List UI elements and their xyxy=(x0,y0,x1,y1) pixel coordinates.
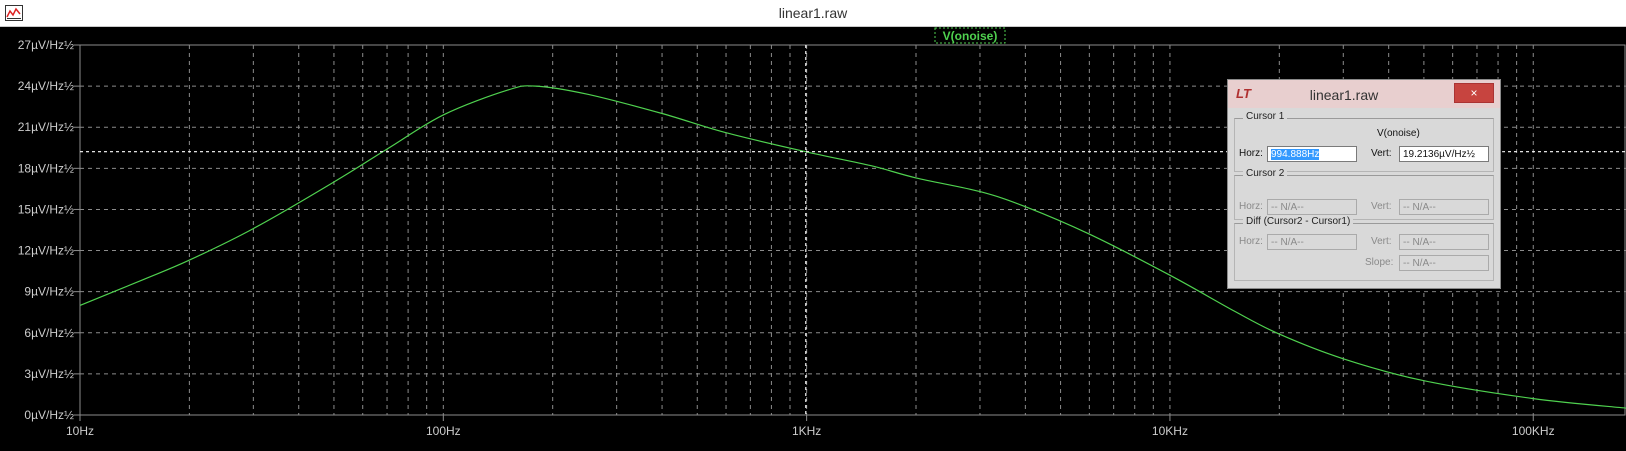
horz-label: Horz: xyxy=(1239,148,1263,159)
horz-value: 994.888Hz xyxy=(1271,149,1320,160)
x-tick-label: 1KHz xyxy=(792,424,821,438)
cursor2-vert-label: Vert: xyxy=(1371,201,1392,212)
diff-vert-label: Vert: xyxy=(1371,236,1392,247)
y-tick-label: 6µV/Hz½ xyxy=(24,326,74,340)
y-tick-label: 12µV/Hz½ xyxy=(18,244,74,258)
trace-label[interactable]: V(onoise) xyxy=(943,29,998,43)
diff-horz-label: Horz: xyxy=(1239,236,1263,247)
y-tick-label: 15µV/Hz½ xyxy=(18,202,74,216)
cursor2-group: Cursor 2 Horz: -- N/A-- Vert: -- N/A-- xyxy=(1234,168,1494,220)
close-button[interactable]: × xyxy=(1454,83,1494,103)
diff-horz-input[interactable]: -- N/A-- xyxy=(1267,234,1357,250)
x-tick-label: 10Hz xyxy=(66,424,94,438)
horz-input[interactable]: 994.888Hz xyxy=(1267,146,1357,162)
y-tick-label: 24µV/Hz½ xyxy=(18,79,74,93)
diff-slope-label: Slope: xyxy=(1365,257,1394,268)
cursor2-label: Cursor 2 xyxy=(1243,168,1288,179)
dialog-title: linear1.raw xyxy=(1309,87,1379,103)
diff-slope-input[interactable]: -- N/A-- xyxy=(1399,255,1489,271)
y-tick-label: 18µV/Hz½ xyxy=(18,161,74,175)
diff-vert-input[interactable]: -- N/A-- xyxy=(1399,234,1489,250)
x-tick-label: 10KHz xyxy=(1152,424,1188,438)
cursor1-group: Cursor 1 V(onoise) Horz: 994.888Hz Vert:… xyxy=(1234,111,1494,172)
cursor-dialog[interactable]: LT linear1.raw × Cursor 1 V(onoise) Horz… xyxy=(1227,79,1501,289)
dialog-titlebar[interactable]: LT linear1.raw × xyxy=(1228,80,1500,108)
diff-label: Diff (Cursor2 - Cursor1) xyxy=(1243,216,1354,227)
x-tick-label: 100KHz xyxy=(1512,424,1555,438)
cursor2-horz-input[interactable]: -- N/A-- xyxy=(1267,199,1357,215)
y-tick-label: 3µV/Hz½ xyxy=(24,367,74,381)
cursor2-vert-input[interactable]: -- N/A-- xyxy=(1399,199,1489,215)
y-tick-label: 0µV/Hz½ xyxy=(24,408,74,422)
y-tick-label: 9µV/Hz½ xyxy=(24,285,74,299)
vert-input[interactable]: 19.2136µV/Hz½ xyxy=(1399,146,1489,162)
diff-group: Diff (Cursor2 - Cursor1) Horz: -- N/A-- … xyxy=(1234,216,1494,281)
window-title: linear1.raw xyxy=(778,5,848,21)
window-titlebar: linear1.raw xyxy=(0,0,1626,27)
vert-label: Vert: xyxy=(1371,148,1392,159)
cursor2-horz-label: Horz: xyxy=(1239,201,1263,212)
y-tick-label: 21µV/Hz½ xyxy=(18,120,74,134)
x-tick-label: 100Hz xyxy=(426,424,461,438)
trace-name-label: V(onoise) xyxy=(1377,128,1420,139)
y-tick-label: 27µV/Hz½ xyxy=(18,38,74,52)
cursor1-label: Cursor 1 xyxy=(1243,111,1288,122)
